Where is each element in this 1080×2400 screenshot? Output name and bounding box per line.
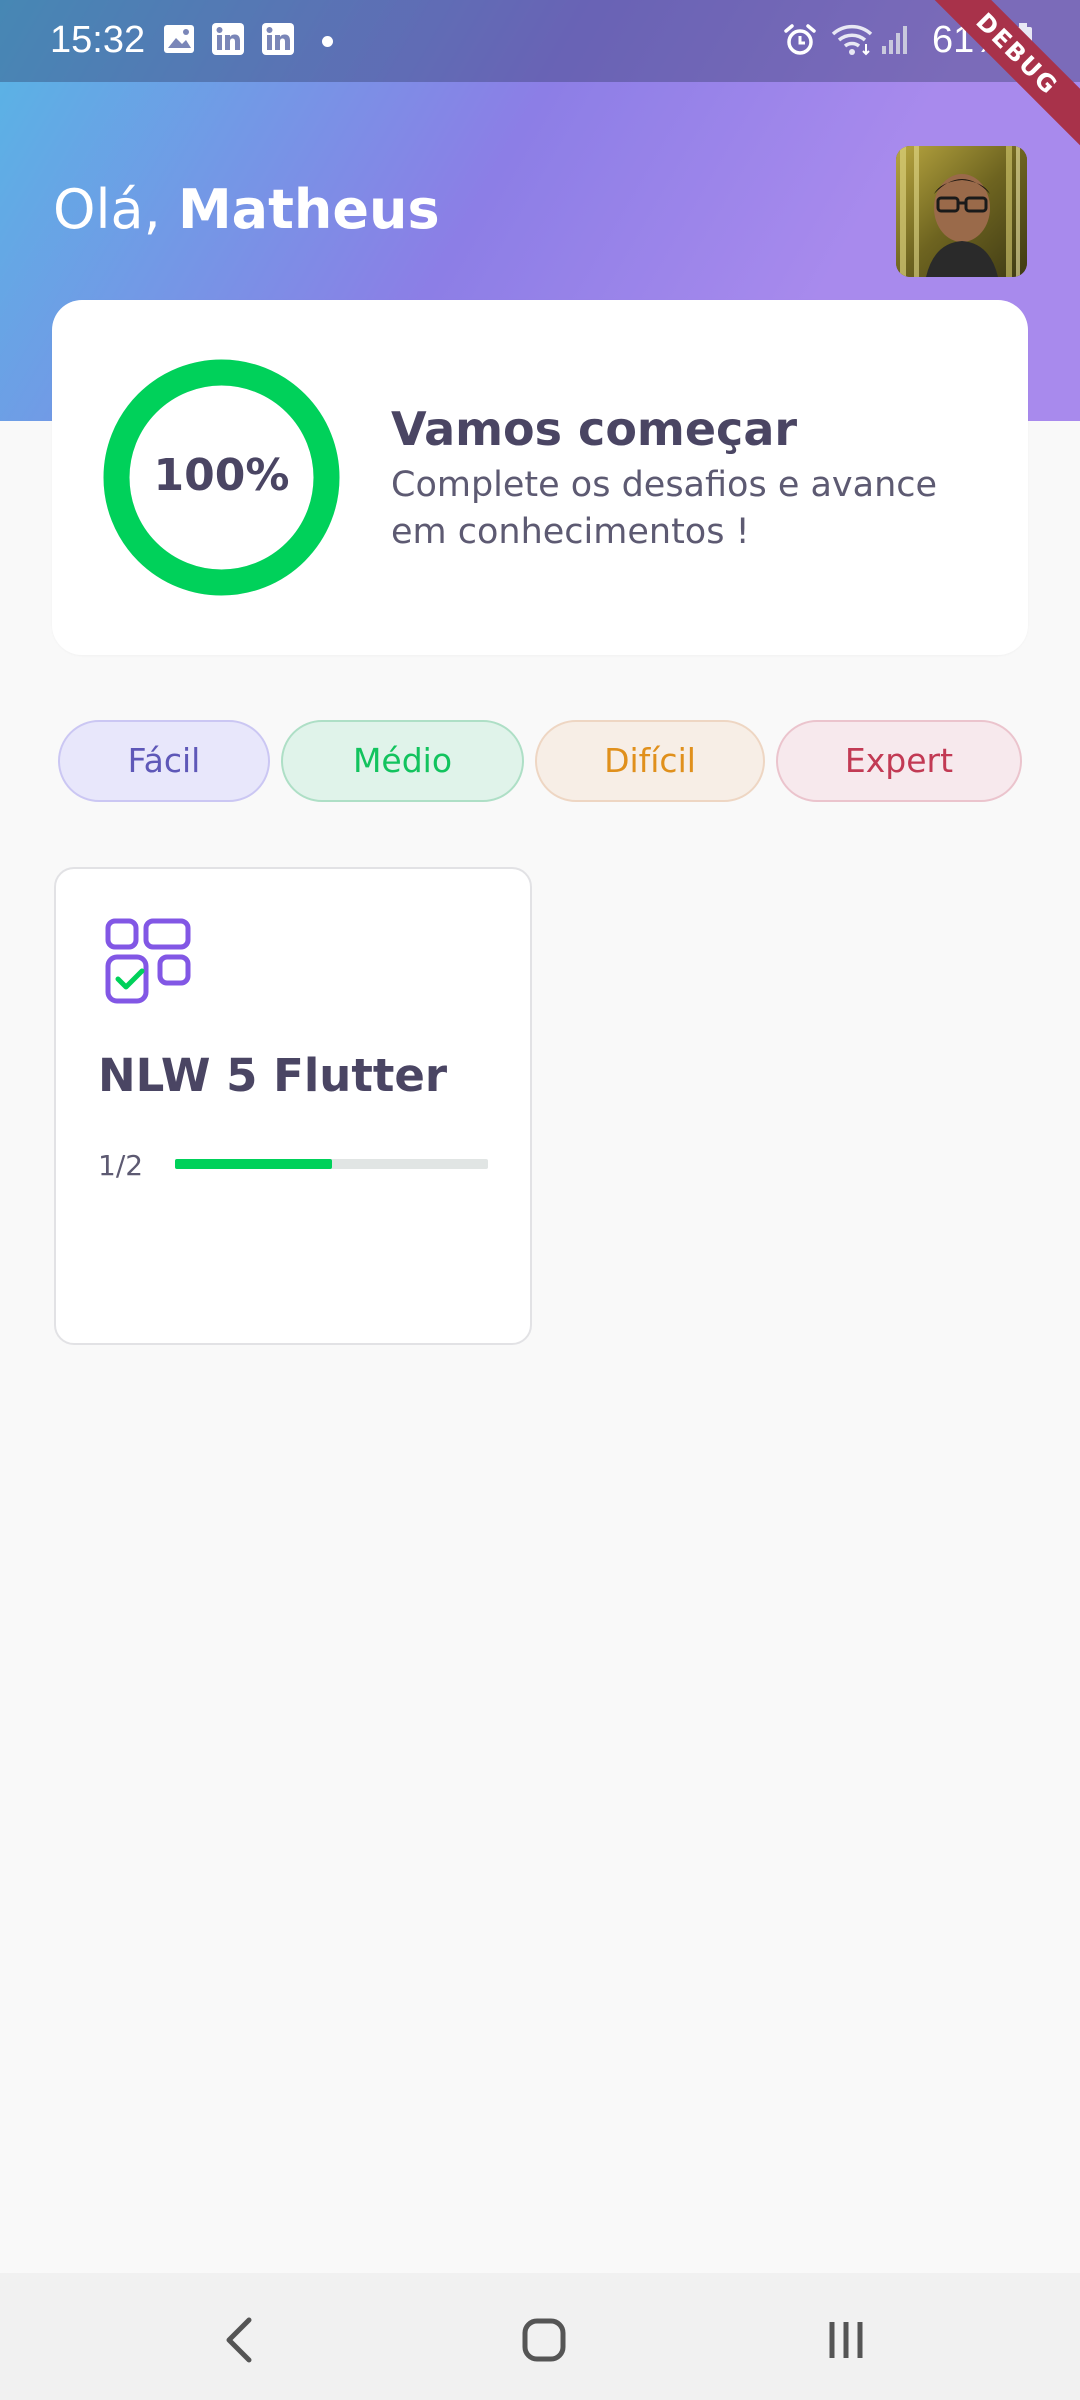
avatar-photo [896,146,1027,277]
level-chip-expert[interactable]: Expert [776,720,1022,802]
quiz-checklist-icon [105,918,191,1004]
progress-percent: 100% [153,450,290,501]
score-subtitle: Complete os desafios e avance em conheci… [391,465,938,552]
linkedin-icon [212,23,244,55]
user-name: Matheus [177,178,440,241]
linkedin-icon [262,23,294,55]
signal-icon [882,26,907,54]
notification-dot-icon [322,36,333,47]
avatar[interactable] [896,146,1027,277]
recents-icon[interactable] [806,2300,886,2380]
quiz-progress-fill [175,1159,332,1169]
alarm-icon [784,24,816,55]
greeting-text: Olá, [53,178,178,241]
quiz-title: NLW 5 Flutter [98,1049,448,1102]
back-icon[interactable] [201,2300,281,2380]
wifi-icon [831,24,873,56]
image-icon [164,25,194,53]
quiz-progress-bar [175,1159,488,1169]
greeting: Olá, Matheus [53,178,440,242]
level-chip-facil[interactable]: Fácil [58,720,270,802]
quiz-progress-text: 1/2 [98,1149,144,1182]
level-chip-medio[interactable]: Médio [281,720,524,802]
status-time: 15:32 [50,19,146,61]
score-title: Vamos começar [391,402,798,456]
level-chip-dificil[interactable]: Difícil [535,720,765,802]
home-icon[interactable] [504,2300,584,2380]
